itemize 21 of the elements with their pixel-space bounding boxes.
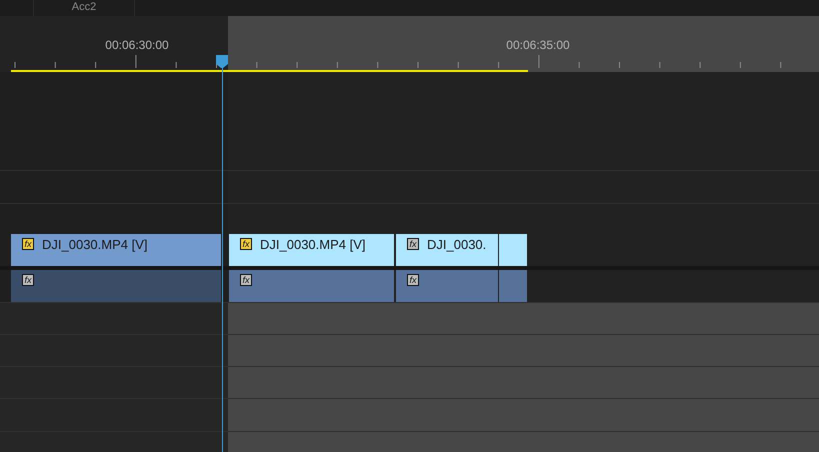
clip[interactable]: fx DJI_0030.MP4 [V]	[229, 234, 394, 266]
clip-name: DJI_0030.	[427, 238, 486, 252]
panel-tab[interactable]: Acc2	[33, 0, 135, 16]
time-ruler[interactable]: 00:06:30:00 00:06:35:00	[0, 16, 819, 72]
timecode-label: 00:06:35:00	[506, 38, 570, 52]
clip[interactable]: fx	[229, 270, 394, 302]
fx-badge: fx	[240, 274, 252, 286]
clip[interactable]	[499, 270, 527, 302]
fx-badge: fx	[22, 238, 34, 250]
clip-name: DJI_0030.MP4 [V]	[260, 238, 366, 252]
clip-name: DJI_0030.MP4 [V]	[42, 238, 148, 252]
clip[interactable]: fx DJI_0030.	[396, 234, 498, 266]
fx-badge: fx	[407, 274, 419, 286]
clip[interactable]: fx	[11, 270, 221, 302]
fx-badge: fx	[22, 274, 34, 286]
clip[interactable]: fx	[396, 270, 498, 302]
clip[interactable]: fx DJI_0030.MP4 [V]	[11, 234, 221, 266]
fx-badge: fx	[240, 238, 252, 250]
fx-badge: fx	[407, 238, 419, 250]
timecode-label: 00:06:30:00	[105, 38, 169, 52]
clip[interactable]	[499, 234, 527, 266]
